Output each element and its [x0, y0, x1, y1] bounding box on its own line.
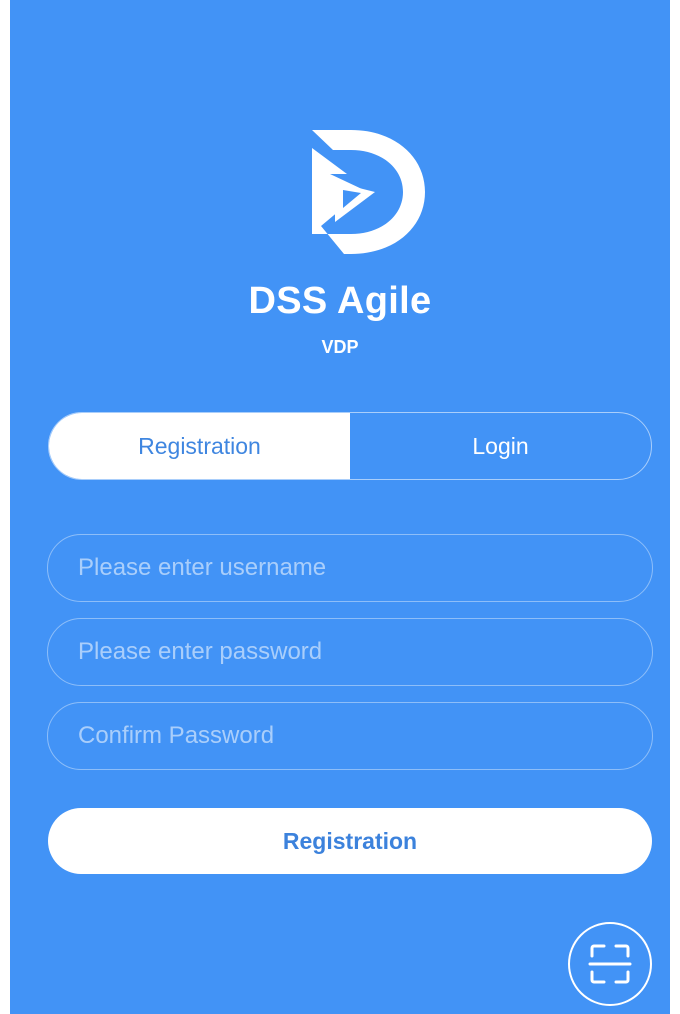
app-title: DSS Agile [248, 280, 432, 322]
app-subtitle: VDP [321, 337, 359, 357]
registration-screen: DSS Agile VDP Registration Login Registr… [10, 0, 670, 1014]
scan-qr-icon [588, 944, 632, 984]
dss-logo-icon [312, 130, 425, 254]
confirm-password-input[interactable] [47, 702, 653, 770]
scan-button[interactable] [568, 922, 652, 1006]
username-input[interactable] [47, 534, 653, 602]
tab-registration[interactable]: Registration [49, 413, 350, 479]
tab-login[interactable]: Login [350, 413, 651, 479]
password-input[interactable] [47, 618, 653, 686]
auth-tabs: Registration Login [48, 412, 652, 480]
registration-submit-button[interactable]: Registration [48, 808, 652, 874]
